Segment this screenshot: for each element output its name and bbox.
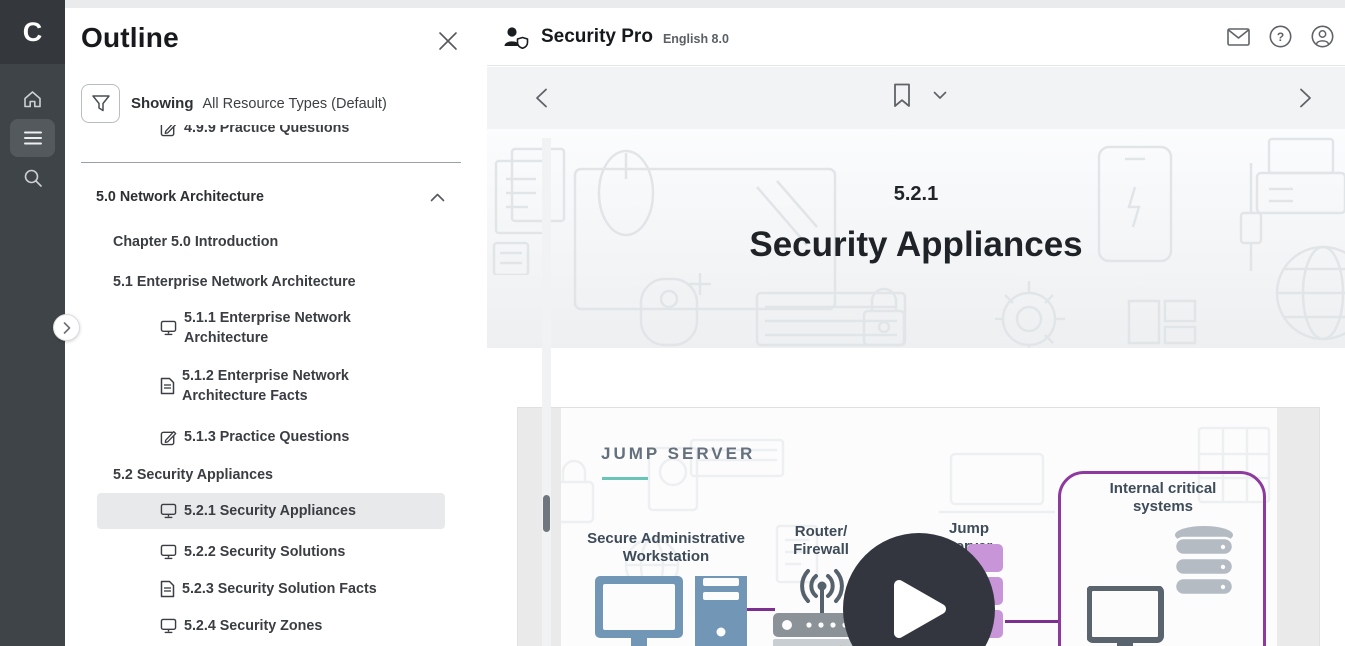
panel-expand-button[interactable] — [53, 314, 80, 341]
outline-panel: Outline Showing All Resource Types (Defa… — [65, 8, 487, 646]
outline-item-label: 4.9.9 Practice Questions — [184, 125, 349, 136]
ghost-scroll-mouse-icon — [637, 275, 701, 348]
practice-questions-icon — [160, 125, 177, 137]
outline-subsection-label: 5.1 Enterprise Network Architecture — [113, 274, 356, 290]
home-button[interactable] — [10, 80, 55, 118]
ghost-lock-icon — [859, 285, 909, 347]
lesson-banner: 5.2.1 Security Appliances — [487, 129, 1345, 348]
outline-item-5-1-2[interactable]: 5.1.2 Enterprise Network Architecture Fa… — [97, 364, 445, 408]
filter-value: All Resource Types (Default) — [203, 96, 387, 112]
chevron-right-icon — [63, 322, 71, 334]
outline-item-label: 5.1.3 Practice Questions — [184, 427, 349, 447]
video-lesson-icon — [160, 544, 177, 560]
outline-item-5-1-1[interactable]: 5.1.1 Enterprise Network Architecture — [97, 306, 445, 350]
practice-questions-icon — [160, 429, 177, 446]
play-icon — [889, 577, 949, 641]
resource-filter-row: Showing All Resource Types (Default) — [81, 84, 387, 123]
close-icon — [437, 30, 459, 52]
account-icon[interactable] — [1311, 25, 1334, 48]
outline-item-label: 5.1.2 Enterprise Network Architecture Fa… — [182, 366, 400, 406]
svg-text:?: ? — [1277, 30, 1284, 44]
brand-logo[interactable]: C — [0, 0, 65, 64]
previous-lesson-button[interactable] — [535, 88, 548, 108]
course-brand: Security Pro English 8.0 — [502, 25, 729, 49]
outline-divider — [81, 162, 461, 163]
outline-item-label: 5.2.4 Security Zones — [184, 616, 322, 636]
outline-item-5-2-2[interactable]: 5.2.2 Security Solutions — [97, 537, 445, 567]
outline-item-5-1-3[interactable]: 5.1.3 Practice Questions — [97, 422, 445, 452]
chevron-right-icon — [1299, 88, 1312, 108]
next-lesson-button[interactable] — [1299, 88, 1312, 108]
chevron-left-icon — [535, 88, 548, 108]
mail-icon[interactable] — [1227, 28, 1250, 46]
video-lesson-icon — [160, 618, 177, 634]
internal-workstation-icon — [1087, 586, 1167, 646]
outline-item-5-2-1[interactable]: 5.2.1 Security Appliances — [97, 493, 445, 529]
router-firewall-label: Router/ Firewall — [766, 523, 876, 559]
outline-item-5-2-3[interactable]: 5.2.3 Security Solution Facts — [97, 574, 445, 604]
outline-tree: 4.9.9 Practice Questions 5.0 Network Arc… — [65, 125, 475, 646]
ghost-lock-icon — [561, 456, 597, 530]
outline-title: Outline — [81, 22, 179, 54]
filter-button[interactable] — [81, 84, 120, 123]
outline-item-label: 5.2.2 Security Solutions — [184, 542, 345, 562]
video-thumbnail[interactable]: JUMP SERVER Secure Administrative Workst… — [561, 408, 1277, 646]
search-icon — [23, 168, 43, 188]
menu-icon — [24, 131, 42, 145]
product-name: Security Pro — [541, 26, 653, 48]
lesson-title: Security Appliances — [487, 225, 1345, 265]
outline-section-label: 5.0 Network Architecture — [96, 189, 264, 205]
outline-item-5-2-4[interactable]: 5.2.4 Security Zones — [97, 611, 445, 641]
outline-header: Outline — [65, 8, 487, 72]
outline-item-label: 5.2.1 Security Appliances — [184, 501, 356, 521]
bookmark-icon[interactable] — [893, 83, 911, 108]
outline-close-button[interactable] — [437, 30, 459, 52]
filter-label: Showing — [131, 95, 194, 112]
ghost-squares-icon — [1127, 299, 1197, 345]
outline-scrollbar-thumb[interactable] — [543, 495, 550, 532]
chevron-up-icon[interactable] — [430, 193, 445, 202]
outline-section-5-0[interactable]: 5.0 Network Architecture — [96, 179, 445, 215]
outline-subsection-5-2[interactable]: 5.2 Security Appliances — [113, 461, 475, 489]
ghost-gear-icon — [981, 271, 1077, 348]
app-window: C Outline — [0, 0, 1345, 646]
outline-scrollbar[interactable] — [542, 138, 551, 646]
diagram-heading: JUMP SERVER — [601, 444, 755, 464]
outline-subsection-label: 5.2 Security Appliances — [113, 467, 273, 483]
course-header: Security Pro English 8.0 ? — [487, 8, 1345, 66]
outline-item-chapter-intro[interactable]: Chapter 5.0 Introduction — [113, 228, 475, 256]
main-content: Security Pro English 8.0 ? — [487, 0, 1345, 646]
video-lesson-icon — [160, 320, 177, 336]
bookmark-controls — [893, 83, 947, 108]
filter-funnel-icon — [91, 94, 111, 113]
workstation-label: Secure Administrative Workstation — [576, 530, 756, 566]
outline-item-label: 5.2.3 Security Solution Facts — [182, 579, 377, 599]
internal-systems-label: Internal critical systems — [1073, 480, 1253, 516]
outline-menu-button[interactable] — [10, 119, 55, 157]
lesson-navbar — [487, 67, 1345, 129]
document-icon — [160, 580, 175, 598]
heading-accent-rule — [602, 477, 648, 480]
window-top-strip — [65, 0, 1345, 8]
header-actions: ? — [1227, 25, 1334, 48]
outline-item-clipped[interactable]: 4.9.9 Practice Questions — [97, 125, 475, 146]
chevron-down-icon[interactable] — [933, 91, 947, 100]
workstation-icon — [595, 576, 747, 646]
product-edition: English 8.0 — [663, 32, 729, 46]
connector-line — [1005, 620, 1058, 623]
outline-subsection-5-1[interactable]: 5.1 Enterprise Network Architecture — [113, 268, 475, 296]
home-icon — [22, 89, 43, 110]
ghost-laptop-icon — [937, 452, 1057, 516]
user-shield-icon — [502, 25, 530, 49]
document-icon — [160, 377, 175, 395]
lesson-code: 5.2.1 — [487, 183, 1345, 206]
outline-item-label: Chapter 5.0 Introduction — [113, 234, 278, 250]
video-player[interactable]: JUMP SERVER Secure Administrative Workst… — [517, 407, 1320, 646]
brand-logo-letter: C — [23, 17, 43, 48]
help-icon[interactable]: ? — [1269, 25, 1292, 48]
search-button[interactable] — [10, 159, 55, 197]
database-icon — [1173, 526, 1235, 600]
outline-item-label: 5.1.1 Enterprise Network Architecture — [184, 308, 402, 348]
video-lesson-icon — [160, 503, 177, 519]
